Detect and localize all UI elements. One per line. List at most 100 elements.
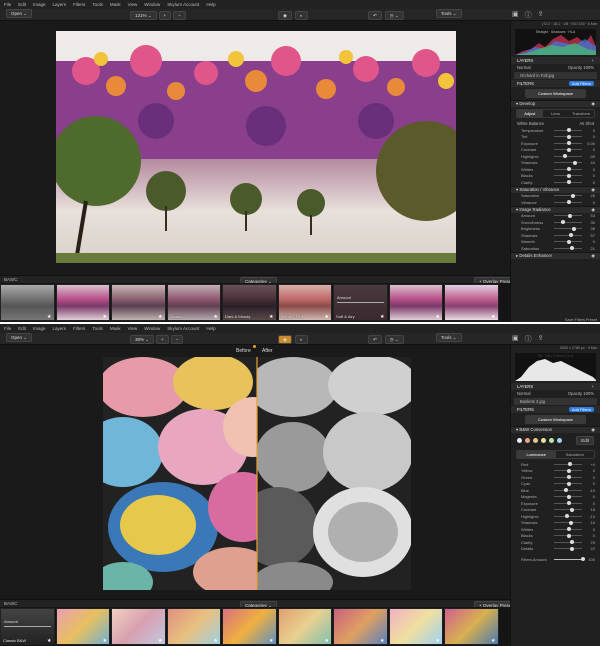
info-icon[interactable]: ⓘ	[525, 10, 532, 20]
eye-icon[interactable]: ◉	[278, 335, 292, 344]
menu-item[interactable]: File	[4, 2, 11, 7]
star-icon[interactable]: ★	[269, 638, 273, 644]
slider-track[interactable]	[554, 147, 582, 152]
layers-icon[interactable]: ▣	[512, 10, 519, 20]
preset-thumbnail[interactable]: Classic ★	[166, 284, 221, 321]
slider-track[interactable]	[554, 540, 582, 545]
zoom-out-button[interactable]: −	[173, 11, 186, 20]
develop-section-title[interactable]: ▾ Develop	[516, 101, 535, 107]
white-balance-select[interactable]: As Shot	[579, 121, 594, 126]
slider-knob[interactable]	[568, 233, 573, 238]
compare-icon[interactable]: ◐	[294, 335, 308, 344]
preset-thumbnail[interactable]: ★	[55, 608, 110, 645]
menu-item[interactable]: Skylum Account	[167, 2, 199, 7]
preset-thumbnail[interactable]: ★	[166, 608, 221, 645]
slider-knob[interactable]	[569, 546, 574, 551]
slider-track[interactable]	[554, 239, 582, 244]
preset-thumbnail[interactable]: ★	[388, 284, 443, 321]
details-section-title[interactable]: ▸ Details Enhancer	[516, 253, 552, 259]
menu-item[interactable]: View	[128, 2, 138, 7]
tab-transform[interactable]: Transform	[568, 110, 594, 117]
slider-track[interactable]	[554, 167, 582, 172]
slider-vibrance[interactable]: Vibrance 0	[511, 199, 600, 206]
compare-icon[interactable]: ◐	[294, 11, 308, 20]
info-icon[interactable]: ⓘ	[525, 334, 532, 344]
color-swatch[interactable]	[549, 438, 554, 443]
menu-item[interactable]: Filters	[73, 326, 85, 331]
star-icon[interactable]: ★	[103, 638, 107, 644]
menu-item[interactable]: Tools	[92, 326, 103, 331]
preset-thumbnail[interactable]: ★	[333, 608, 388, 645]
star-icon[interactable]: ★	[325, 314, 329, 320]
slider-clarity[interactable]: Clarity 0	[511, 179, 600, 186]
slider-knob[interactable]	[570, 193, 575, 198]
opacity-value[interactable]: Opacity 100%	[568, 65, 594, 70]
slider-track[interactable]	[554, 488, 582, 493]
menu-item[interactable]: Skylum Account	[167, 326, 199, 331]
layer-name[interactable]: Baskets 2.jpg	[520, 399, 545, 404]
tools-button[interactable]: Tools ⌄	[436, 333, 462, 342]
slider-track[interactable]	[554, 481, 582, 486]
slider-track[interactable]	[554, 226, 582, 231]
details-toggle-icon[interactable]: ◉	[591, 253, 595, 259]
star-icon[interactable]: ★	[158, 638, 162, 644]
slider-track[interactable]	[554, 507, 582, 512]
slider-knob[interactable]	[566, 239, 571, 244]
slider-track[interactable]	[554, 546, 582, 551]
slider-knob[interactable]	[569, 520, 574, 525]
undo-icon[interactable]: ↶	[368, 11, 382, 20]
slider-knob[interactable]	[566, 128, 571, 133]
slider-saturation[interactable]: Saturation 21	[511, 245, 600, 252]
menu-item[interactable]: Window	[144, 326, 160, 331]
undo-icon[interactable]: ↶	[368, 335, 382, 344]
color-swatch[interactable]	[541, 438, 546, 443]
slider-track[interactable]	[554, 160, 582, 165]
star-icon[interactable]: ★	[47, 314, 51, 320]
preset-thumbnail[interactable]: ★	[111, 608, 166, 645]
tab-luminance[interactable]: Luminance	[517, 451, 556, 458]
zoom-out-button[interactable]: −	[170, 335, 184, 344]
menu-item[interactable]: Layers	[53, 326, 67, 331]
zoom-select[interactable]: 38% ⌄	[130, 335, 155, 344]
slider-track[interactable]	[554, 475, 582, 480]
slider-knob[interactable]	[566, 147, 571, 152]
slider-knob[interactable]	[566, 481, 571, 486]
edit-button[interactable]: Edit	[576, 436, 594, 445]
menu-item[interactable]: View	[128, 326, 138, 331]
tools-button[interactable]: Tools ⌄	[436, 9, 462, 18]
slider-track[interactable]	[554, 520, 582, 525]
star-icon[interactable]: ★	[103, 314, 107, 320]
slider-knob[interactable]	[566, 501, 571, 506]
preset-thumbnail[interactable]: ★	[222, 608, 277, 645]
star-icon[interactable]: ★	[491, 314, 495, 320]
star-icon[interactable]: ★	[436, 314, 440, 320]
slider-knob[interactable]	[566, 533, 571, 538]
menu-item[interactable]: Help	[206, 326, 215, 331]
blend-mode[interactable]: Normal	[517, 65, 531, 70]
layer-name[interactable]: Orchard in Fall.jpg	[520, 73, 554, 78]
star-icon[interactable]: ★	[325, 638, 329, 644]
preset-thumbnail[interactable]: ★	[444, 284, 499, 321]
filters-amount-slider[interactable]: Filters Amount 100	[511, 556, 600, 563]
slider-knob[interactable]	[569, 507, 574, 512]
slider-knob[interactable]	[566, 134, 571, 139]
compare-handle[interactable]	[253, 345, 256, 348]
slider-track[interactable]	[554, 200, 582, 205]
slider-track[interactable]	[554, 494, 582, 499]
add-filters-button[interactable]: Add Filters	[568, 407, 594, 412]
slider-track[interactable]	[554, 128, 582, 133]
slider-track[interactable]	[554, 468, 582, 473]
export-icon[interactable]: ⇪	[538, 334, 544, 344]
slider-track[interactable]	[554, 154, 582, 159]
preset-thumbnail[interactable]: ★	[277, 608, 332, 645]
star-icon[interactable]: ★	[269, 314, 273, 320]
slider-track[interactable]	[554, 533, 582, 538]
eye-icon[interactable]: ◉	[278, 11, 292, 20]
slider-knob[interactable]	[566, 141, 571, 146]
slider-knob[interactable]	[566, 167, 571, 172]
slider-knob[interactable]	[561, 220, 566, 225]
menu-item[interactable]: Tools	[92, 2, 103, 7]
layers-icon[interactable]: ▣	[512, 334, 519, 344]
color-swatch[interactable]	[517, 438, 522, 443]
export-icon[interactable]: ⇪	[538, 10, 544, 20]
